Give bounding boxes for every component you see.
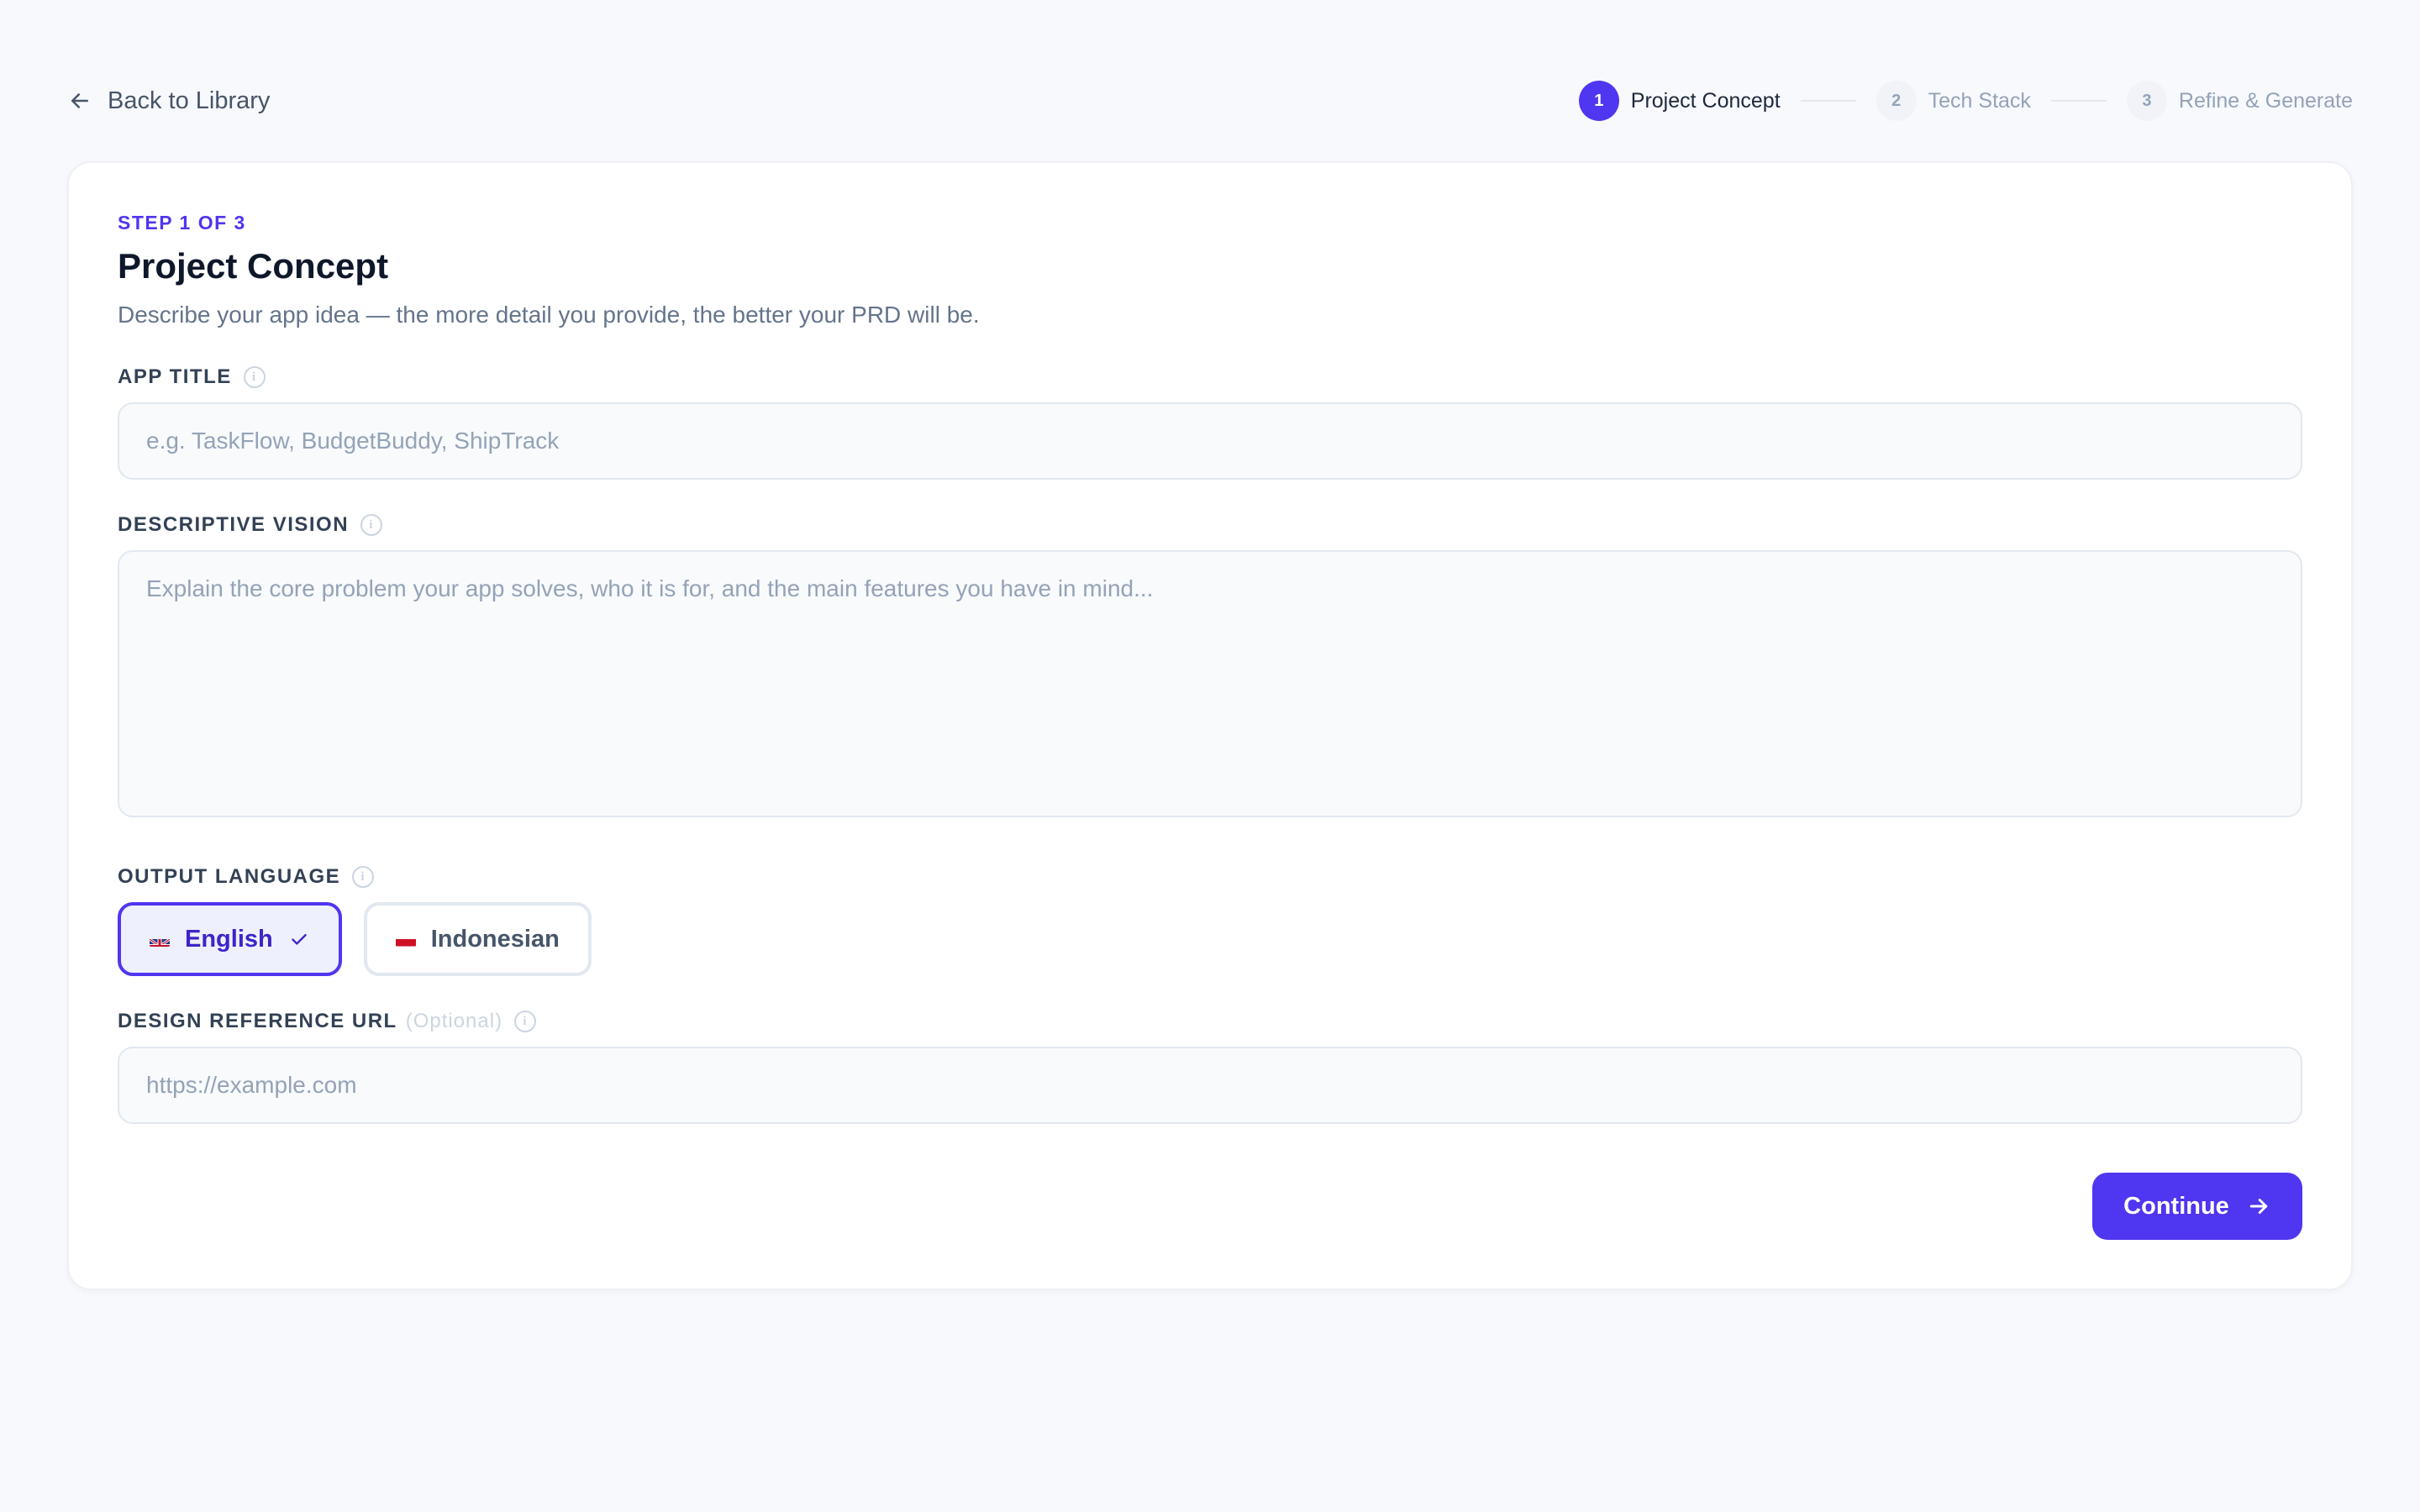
app-title-label-text: APP TITLE — [118, 365, 232, 388]
design-url-input[interactable] — [118, 1047, 2302, 1124]
language-option-label: Indonesian — [430, 925, 560, 953]
step-number: 3 — [2126, 81, 2167, 121]
card-content: STEP 1 OF 3 Project Concept Describe you… — [118, 212, 2302, 1124]
language-option-indonesian[interactable]: Indonesian — [363, 902, 592, 976]
uk-flag-icon — [150, 932, 170, 947]
back-label: Back to Library — [108, 87, 271, 114]
step-label: Project Concept — [1630, 88, 1781, 113]
info-icon[interactable]: i — [243, 366, 266, 388]
checkmark-icon — [291, 933, 307, 945]
step-label: Refine & Generate — [2178, 88, 2353, 113]
step-label: Tech Stack — [1928, 88, 2031, 113]
app-title-input[interactable] — [118, 402, 2302, 480]
vision-label: DESCRIPTIVE VISION i — [118, 513, 2302, 537]
descriptive-vision-textarea[interactable] — [118, 550, 2302, 817]
info-icon[interactable]: i — [514, 1011, 537, 1032]
optional-tag: (Optional) — [405, 1010, 503, 1032]
top-bar: Back to Library 1 Project Concept 2 Tech… — [67, 77, 2353, 124]
step-tech-stack: 2 Tech Stack — [1876, 81, 2031, 121]
vision-group: DESCRIPTIVE VISION i — [118, 513, 2302, 822]
design-url-label-text: DESIGN REFERENCE URL — [118, 1010, 397, 1032]
step-divider — [1800, 100, 1856, 102]
design-url-label: DESIGN REFERENCE URL (Optional) i — [118, 1010, 2302, 1033]
app-title-label: APP TITLE i — [118, 365, 2302, 389]
output-language-group: OUTPUT LANGUAGE i English Indonesian — [118, 865, 2302, 976]
info-icon[interactable]: i — [360, 514, 383, 536]
arrow-right-icon — [2249, 1199, 2268, 1214]
project-concept-card: STEP 1 OF 3 Project Concept Describe you… — [67, 161, 2353, 1290]
step-number: 1 — [1578, 81, 1619, 121]
step-indicator: STEP 1 OF 3 — [118, 212, 246, 234]
language-options: English Indonesian — [118, 902, 2302, 976]
app-title-group: APP TITLE i — [118, 365, 2302, 480]
output-language-label-text: OUTPUT LANGUAGE — [118, 865, 341, 888]
page-subtitle: Describe your app idea — the more detail… — [118, 302, 980, 328]
step-project-concept: 1 Project Concept — [1578, 81, 1781, 121]
indonesia-flag-icon — [395, 932, 416, 947]
step-number: 2 — [1876, 81, 1917, 121]
progress-stepper: 1 Project Concept 2 Tech Stack 3 Refine … — [1578, 81, 2353, 121]
vision-label-text: DESCRIPTIVE VISION — [118, 513, 350, 536]
language-option-english[interactable]: English — [118, 902, 342, 976]
arrow-left-icon — [71, 93, 88, 108]
output-language-label: OUTPUT LANGUAGE i — [118, 865, 2302, 889]
continue-button[interactable]: Continue — [2092, 1173, 2302, 1240]
page-title: Project Concept — [118, 246, 389, 286]
step-refine-generate: 3 Refine & Generate — [2126, 81, 2353, 121]
info-icon[interactable]: i — [352, 866, 375, 888]
design-url-group: DESIGN REFERENCE URL (Optional) i — [118, 1010, 2302, 1124]
continue-label: Continue — [2123, 1192, 2229, 1220]
language-option-label: English — [185, 925, 273, 953]
step-divider — [2050, 100, 2107, 102]
back-to-library-link[interactable]: Back to Library — [67, 87, 270, 115]
